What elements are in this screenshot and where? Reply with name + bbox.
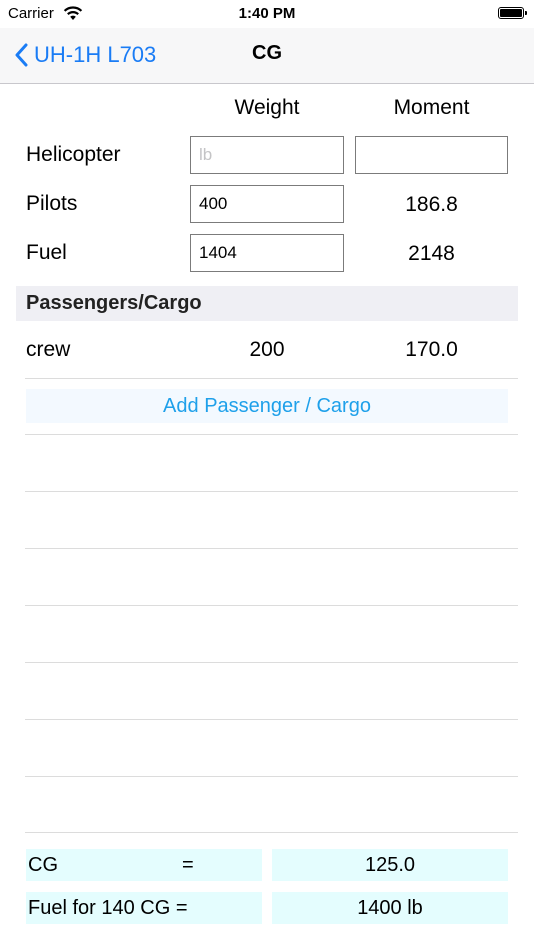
- chevron-left-icon: [15, 43, 28, 67]
- divider: [25, 434, 518, 435]
- passengers-section-header: Passengers/Cargo: [16, 286, 518, 321]
- divider: [25, 548, 518, 549]
- divider: [25, 605, 518, 606]
- divider: [25, 662, 518, 663]
- list-item[interactable]: crew 200 170.0: [0, 322, 534, 378]
- cg-label: CG: [28, 854, 58, 876]
- passenger-weight: 200: [249, 338, 285, 361]
- fuel-moment-value: 2148: [408, 242, 455, 265]
- cg-label-cell: CG =: [26, 849, 262, 881]
- divider: [25, 832, 518, 833]
- divider: [25, 378, 518, 379]
- fuel-for-cg-label-cell: Fuel for 140 CG =: [26, 892, 262, 924]
- passenger-moment: 170.0: [405, 338, 458, 361]
- status-bar: Carrier 1:40 PM: [0, 0, 534, 28]
- fuel-for-cg-label: Fuel for 140 CG =: [28, 897, 188, 919]
- cg-value: 125.0: [272, 849, 508, 881]
- divider: [25, 776, 518, 777]
- divider: [25, 719, 518, 720]
- pilots-label: Pilots: [26, 192, 78, 215]
- status-time: 1:40 PM: [238, 5, 296, 22]
- cg-equals: =: [182, 854, 194, 876]
- fuel-for-cg-value: 1400 lb: [272, 892, 508, 924]
- divider: [25, 491, 518, 492]
- add-passenger-cargo-button[interactable]: Add Passenger / Cargo: [26, 389, 508, 423]
- fuel-label: Fuel: [26, 241, 67, 264]
- pilots-moment-value: 186.8: [405, 193, 458, 216]
- weight-column-header: Weight: [234, 96, 300, 119]
- navigation-bar: CG UH-1H L703: [0, 28, 534, 84]
- moment-column-header: Moment: [393, 96, 470, 119]
- section-title: Passengers/Cargo: [26, 292, 202, 314]
- helicopter-moment-input[interactable]: [355, 136, 508, 174]
- back-button[interactable]: UH-1H L703: [14, 40, 156, 70]
- passenger-name: crew: [26, 338, 71, 361]
- helicopter-label: Helicopter: [26, 143, 121, 166]
- back-button-label: UH-1H L703: [34, 42, 157, 67]
- fuel-weight-input[interactable]: [190, 234, 344, 272]
- battery-icon: [498, 7, 527, 19]
- pilots-weight-input[interactable]: [190, 185, 344, 223]
- helicopter-weight-input[interactable]: [190, 136, 344, 174]
